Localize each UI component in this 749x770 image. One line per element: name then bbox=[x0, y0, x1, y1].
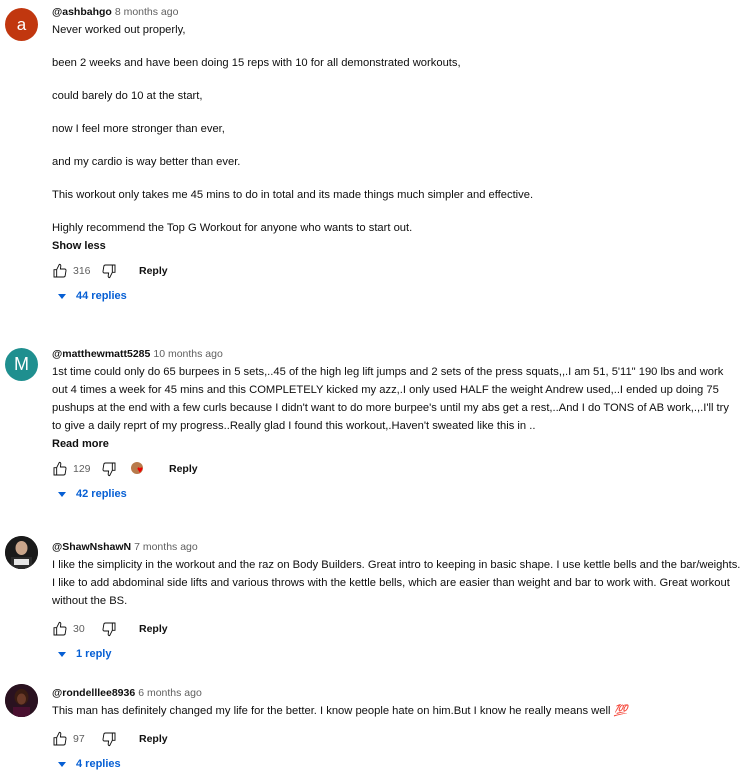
comment-text: I like the simplicity in the workout and… bbox=[52, 559, 741, 607]
hundred-points-emoji: 💯 bbox=[613, 705, 628, 717]
user-photo-icon bbox=[5, 684, 38, 717]
chevron-down-icon bbox=[58, 761, 66, 767]
comment-author[interactable]: @rondelllee8936 bbox=[52, 687, 135, 699]
like-count: 129 bbox=[73, 463, 91, 475]
view-replies-button[interactable]: 44 replies bbox=[58, 290, 741, 302]
replies-count: 4 replies bbox=[76, 758, 121, 770]
comment-paragraph: been 2 weeks and have been doing 15 reps… bbox=[52, 57, 461, 69]
like-count: 97 bbox=[73, 733, 85, 745]
comment-actions: 30 Reply bbox=[52, 618, 741, 640]
user-photo-icon bbox=[5, 536, 38, 569]
reply-button[interactable]: Reply bbox=[139, 733, 168, 745]
chevron-down-icon bbox=[58, 651, 66, 657]
reply-button[interactable]: Reply bbox=[169, 463, 198, 475]
comment-header: @ashbahgo 8 months ago bbox=[52, 5, 741, 19]
comment-author[interactable]: @ashbahgo bbox=[52, 6, 112, 18]
thumbs-down-icon[interactable] bbox=[101, 731, 117, 747]
view-replies-button[interactable]: 1 reply bbox=[58, 648, 741, 660]
thumbs-down-icon[interactable] bbox=[101, 461, 117, 477]
replies-count: 44 replies bbox=[76, 290, 127, 302]
thumbs-up-icon[interactable] bbox=[52, 731, 68, 747]
chevron-down-icon bbox=[58, 293, 66, 299]
comment-actions: 97 Reply bbox=[52, 728, 741, 750]
view-replies-button[interactable]: 4 replies bbox=[58, 758, 741, 770]
avatar[interactable] bbox=[5, 684, 38, 717]
comment-header: @rondelllee8936 6 months ago bbox=[52, 686, 741, 700]
avatar[interactable] bbox=[5, 536, 38, 569]
like-count: 316 bbox=[73, 265, 91, 277]
comment-paragraph: Never worked out properly, bbox=[52, 24, 186, 36]
reply-button[interactable]: Reply bbox=[139, 623, 168, 635]
creator-heart-icon: ♥ bbox=[131, 462, 147, 476]
comment-timestamp[interactable]: 8 months ago bbox=[115, 6, 179, 18]
comment-text: Never worked out properly, been 2 weeks … bbox=[52, 21, 741, 237]
comment-paragraph: could barely do 10 at the start, bbox=[52, 90, 203, 102]
view-replies-button[interactable]: 42 replies bbox=[58, 488, 741, 500]
like-count: 30 bbox=[73, 623, 85, 635]
comment-text: 1st time could only do 65 burpees in 5 s… bbox=[52, 366, 729, 432]
comment-paragraph: Highly recommend the Top G Workout for a… bbox=[52, 222, 413, 234]
replies-count: 42 replies bbox=[76, 488, 127, 500]
comment-paragraph: This workout only takes me 45 mins to do… bbox=[52, 189, 534, 201]
thumbs-down-icon[interactable] bbox=[101, 263, 117, 279]
comment-text: This man has definitely changed my life … bbox=[52, 702, 741, 720]
show-less-button[interactable]: Show less bbox=[52, 240, 741, 252]
avatar-letter: a bbox=[16, 14, 27, 34]
comment-actions: 316 Reply bbox=[52, 260, 741, 282]
comment-timestamp[interactable]: 7 months ago bbox=[134, 541, 198, 553]
comment-paragraph: and my cardio is way better than ever. bbox=[52, 156, 241, 168]
comment-text-body: This man has definitely changed my life … bbox=[52, 705, 611, 717]
comment-author[interactable]: @matthewmatt5285 bbox=[52, 348, 150, 360]
comment-header: @matthewmatt5285 10 months ago bbox=[52, 347, 741, 361]
thumbs-up-icon[interactable] bbox=[52, 263, 68, 279]
avatar-letter: M bbox=[14, 354, 29, 374]
thumbs-up-icon[interactable] bbox=[52, 461, 68, 477]
chevron-down-icon bbox=[58, 491, 66, 497]
avatar[interactable]: M bbox=[5, 348, 38, 381]
comment-actions: 129 ♥ Reply bbox=[52, 458, 741, 480]
avatar[interactable]: a bbox=[5, 8, 38, 41]
comment-author[interactable]: @ShawNshawN bbox=[52, 541, 131, 553]
comment-paragraph: now I feel more stronger than ever, bbox=[52, 123, 225, 135]
reply-button[interactable]: Reply bbox=[139, 265, 168, 277]
comment-timestamp[interactable]: 6 months ago bbox=[138, 687, 202, 699]
thumbs-down-icon[interactable] bbox=[101, 621, 117, 637]
comment-timestamp[interactable]: 10 months ago bbox=[153, 348, 222, 360]
replies-count: 1 reply bbox=[76, 648, 112, 660]
comment-header: @ShawNshawN 7 months ago bbox=[52, 540, 741, 554]
thumbs-up-icon[interactable] bbox=[52, 621, 68, 637]
read-more-button[interactable]: Read more bbox=[52, 438, 741, 450]
